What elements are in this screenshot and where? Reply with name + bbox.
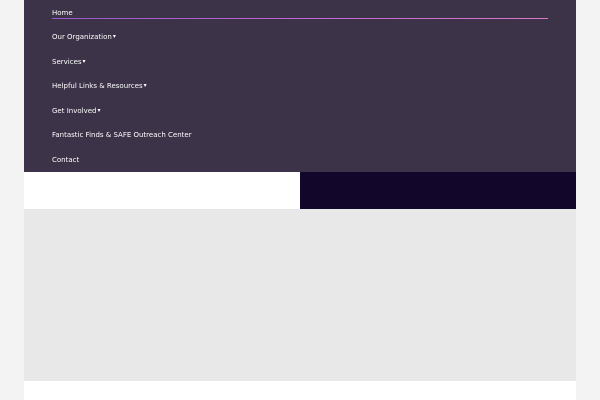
nav-item-fantastic-finds[interactable]: Fantastic Finds & SAFE Outreach Center xyxy=(52,130,192,140)
nav-item-get-involved[interactable]: Get Involved▾ xyxy=(52,106,100,117)
nav-item-label: Helpful Links & Resources xyxy=(52,82,143,90)
page: Home Our Organization▾ Services▾ Helpful… xyxy=(0,0,600,400)
chevron-down-icon: ▾ xyxy=(143,82,147,89)
nav-item-label: Fantastic Finds & SAFE Outreach Center xyxy=(52,131,192,139)
chevron-down-icon: ▾ xyxy=(112,33,116,40)
active-underline xyxy=(52,18,548,19)
mobile-nav-menu: Home Our Organization▾ Services▾ Helpful… xyxy=(24,0,576,172)
chevron-down-icon: ▾ xyxy=(82,58,86,65)
nav-item-services[interactable]: Services▾ xyxy=(52,57,86,68)
header-strip-right xyxy=(300,172,576,209)
nav-item-helpful-links[interactable]: Helpful Links & Resources▾ xyxy=(52,81,147,92)
nav-item-our-organization[interactable]: Our Organization▾ xyxy=(52,32,116,43)
header-strip-left xyxy=(24,172,300,209)
content-area xyxy=(24,209,576,381)
nav-item-label: Home xyxy=(52,9,73,17)
nav-item-label: Contact xyxy=(52,156,80,164)
nav-item-label: Our Organization xyxy=(52,33,112,41)
nav-item-contact[interactable]: Contact xyxy=(52,155,79,165)
nav-item-label: Services xyxy=(52,58,82,66)
chevron-down-icon: ▾ xyxy=(97,107,101,114)
site-container: Home Our Organization▾ Services▾ Helpful… xyxy=(24,0,576,400)
nav-item-home[interactable]: Home xyxy=(52,8,73,18)
content-bottom xyxy=(24,381,576,400)
nav-item-label: Get Involved xyxy=(52,107,97,115)
